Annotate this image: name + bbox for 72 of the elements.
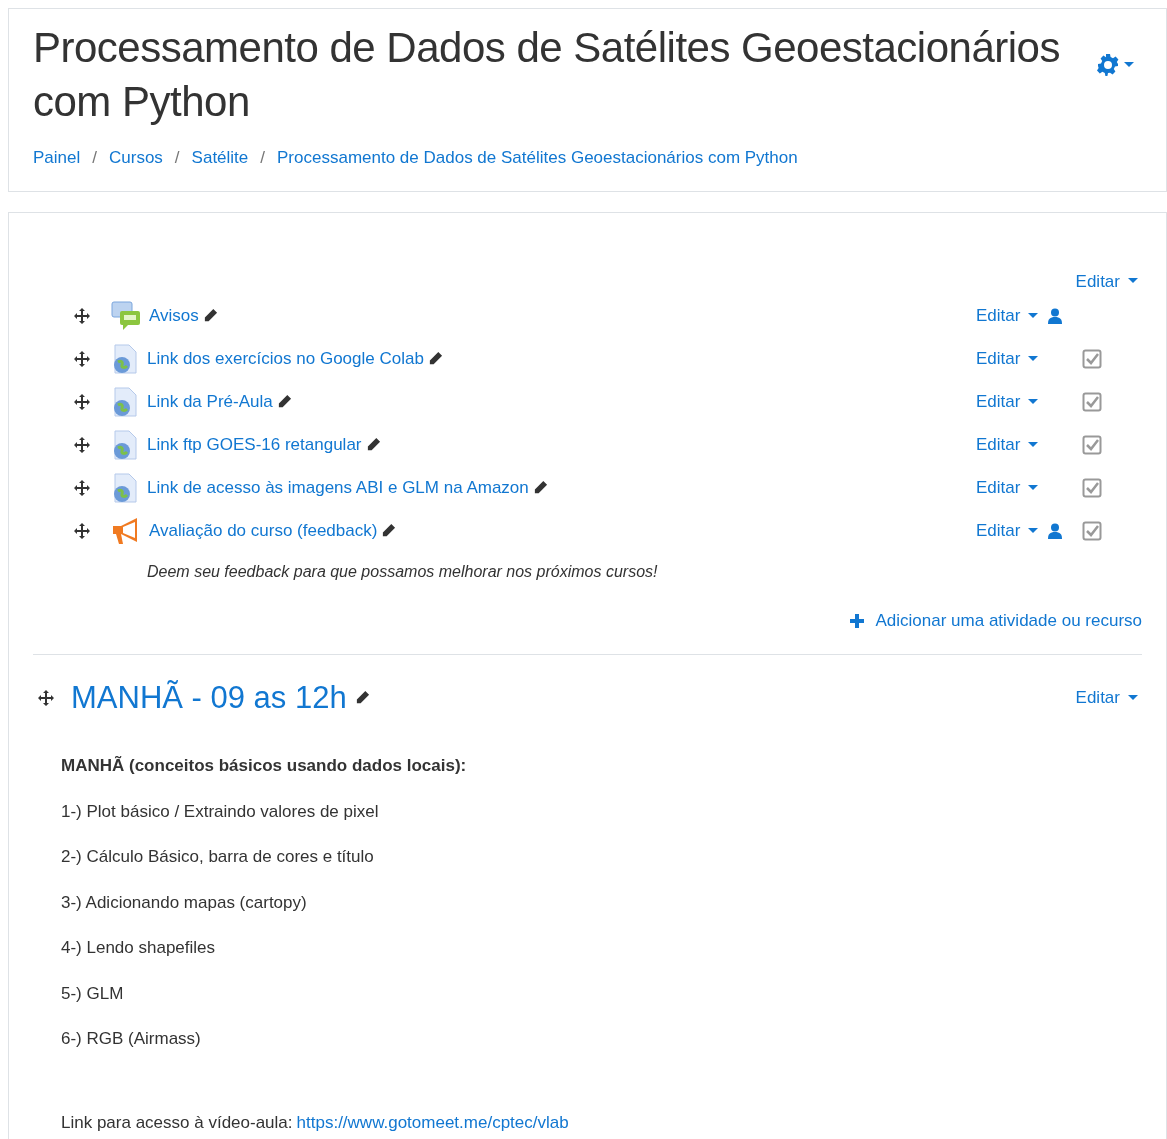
edit-menu[interactable]: Editar — [976, 431, 1039, 458]
plus-icon — [849, 613, 864, 628]
caret-icon — [1028, 527, 1039, 534]
move-icon[interactable] — [73, 478, 91, 497]
caret-icon — [1028, 355, 1039, 362]
breadcrumb-separator: / — [174, 147, 180, 169]
activity-link[interactable]: Avaliação do curso (feedback) — [149, 517, 378, 544]
edit-menu[interactable]: Editar — [1075, 685, 1138, 711]
globe-document-icon — [111, 472, 139, 503]
breadcrumb-link[interactable]: Cursos — [109, 145, 163, 171]
move-icon[interactable] — [73, 521, 91, 540]
globe-document-icon — [111, 386, 139, 417]
video-link[interactable]: https://www.gotomeet.me/cptec/vlab — [296, 1109, 569, 1135]
caret-icon — [1028, 398, 1039, 405]
move-icon[interactable] — [73, 349, 91, 368]
move-icon[interactable] — [73, 392, 91, 411]
edit-menu[interactable]: Editar — [976, 302, 1039, 329]
edit-menu[interactable]: Editar — [1075, 268, 1138, 294]
edit-menu[interactable]: Editar — [976, 345, 1039, 372]
activity-link[interactable]: Avisos — [149, 302, 199, 329]
edit-menu[interactable]: Editar — [976, 517, 1039, 544]
completion-checkbox[interactable] — [1082, 348, 1103, 369]
caret-icon — [1028, 441, 1039, 448]
move-icon[interactable] — [73, 435, 91, 454]
person-icon[interactable] — [1048, 522, 1063, 539]
caret-icon — [1028, 312, 1039, 319]
course-title: Processamento de Dados de Satélites Geoestacionários com Python — [33, 23, 1061, 127]
chat-bubbles-icon — [111, 300, 141, 331]
globe-document-icon — [111, 343, 139, 374]
link-label: Link para acesso à vídeo-aula: — [61, 1111, 293, 1134]
edit-menu[interactable]: Editar — [976, 474, 1039, 501]
completion-checkbox[interactable] — [1082, 391, 1103, 412]
activity-description: Deem seu feedback para que possamos melhorar nos próximos cursos! — [147, 562, 659, 582]
person-icon[interactable] — [1048, 307, 1063, 324]
edit-menu[interactable]: Editar — [976, 388, 1039, 415]
settings-icon — [1096, 53, 1120, 77]
caret-icon — [1028, 484, 1039, 491]
activity-link[interactable]: Link de acesso às imagens ABI e GLM na Amazon — [147, 474, 529, 501]
breadcrumb-separator: / — [260, 147, 266, 169]
completion-checkbox[interactable] — [1082, 434, 1103, 455]
topic-item: 5-) GLM — [61, 982, 125, 1005]
caret-icon — [1124, 62, 1134, 68]
section-heading: MANHÃ (conceitos básicos usando dados locais): — [61, 755, 468, 777]
activity-link[interactable]: Link da Pré-Aula — [147, 388, 273, 415]
activity-link[interactable]: Link ftp GOES-16 retangular — [147, 431, 362, 458]
topic-item: 6-) RGB (Airmass) — [61, 1028, 202, 1050]
completion-checkbox[interactable] — [1082, 477, 1103, 498]
section-title: MANHÃ - 09 as 12h — [71, 678, 347, 717]
add-activity-button[interactable]: Adicionar uma atividade ou recurso — [849, 608, 1142, 634]
breadcrumb-link[interactable]: Processamento de Dados de Satélites Geoestacionários com Python — [277, 145, 798, 171]
pencil-icon[interactable] — [381, 523, 397, 538]
caret-icon — [1128, 278, 1138, 285]
move-icon[interactable] — [37, 688, 55, 707]
move-icon[interactable] — [73, 306, 91, 325]
topic-item: 1-) Plot básico / Extraindo valores de pixel — [61, 800, 380, 823]
topic-item: 4-) Lendo shapefiles — [61, 937, 217, 959]
topic-item: 2-) Cálculo Básico, barra de cores e título — [61, 846, 375, 868]
completion-checkbox[interactable] — [1082, 520, 1103, 541]
breadcrumb-link[interactable]: Painel — [33, 145, 81, 171]
pencil-icon[interactable] — [427, 351, 443, 366]
settings-menu[interactable] — [1096, 53, 1134, 77]
caret-icon — [1128, 694, 1138, 701]
pencil-icon[interactable] — [354, 690, 370, 706]
breadcrumb-separator: / — [92, 147, 97, 169]
globe-document-icon — [111, 429, 139, 460]
pencil-icon[interactable] — [276, 394, 292, 409]
pencil-icon[interactable] — [202, 308, 218, 323]
activity-link[interactable]: Link dos exercícios no Google Colab — [147, 345, 424, 372]
breadcrumb-link[interactable]: Satélite — [191, 145, 249, 171]
topic-item: 3-) Adicionando mapas (cartopy) — [61, 891, 308, 914]
pencil-icon[interactable] — [365, 437, 381, 452]
pencil-icon[interactable] — [532, 480, 548, 495]
